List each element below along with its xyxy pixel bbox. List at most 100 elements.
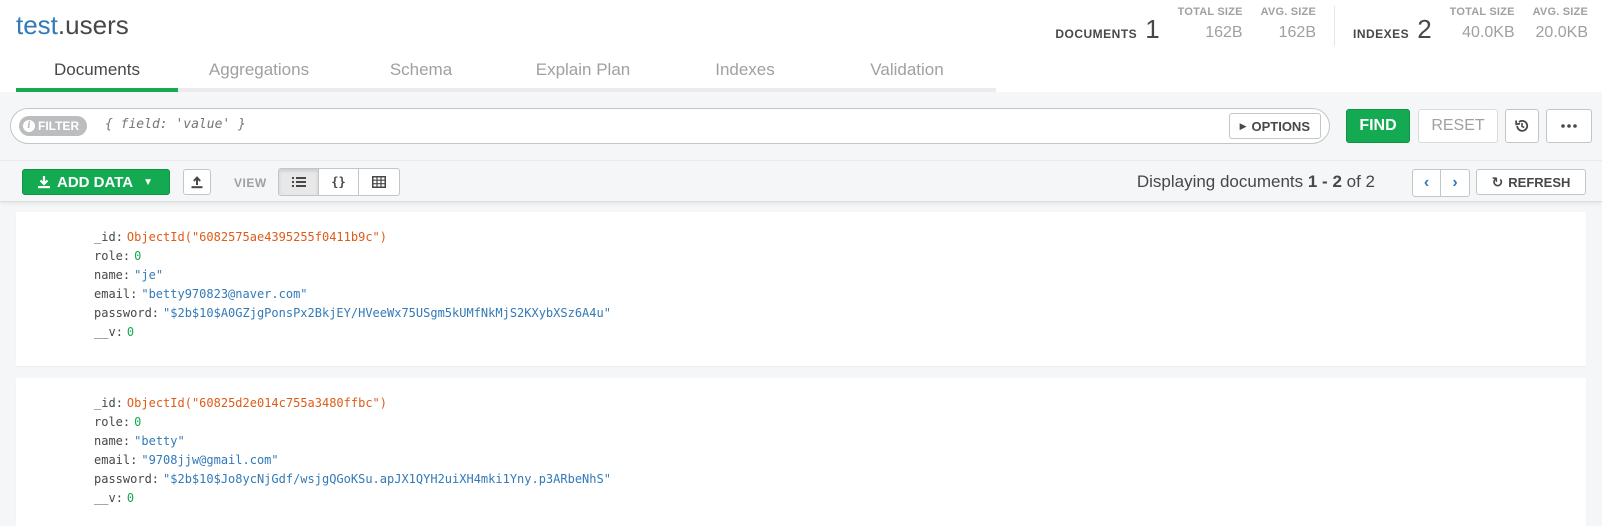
query-history-button[interactable]: [1505, 109, 1539, 143]
tab-explain-plan[interactable]: Explain Plan: [502, 56, 664, 88]
field-key[interactable]: name: [94, 434, 123, 448]
indexes-label: INDEXES: [1353, 27, 1410, 41]
tab-documents[interactable]: Documents: [16, 56, 178, 92]
collection-tabs: Documents Aggregations Schema Explain Pl…: [16, 56, 996, 92]
field-value[interactable]: 0: [134, 415, 141, 429]
range-separator: -: [1317, 172, 1333, 191]
field-key[interactable]: _id: [94, 230, 116, 244]
field-colon: :: [115, 325, 123, 339]
document-list: _id: ObjectId("6082575ae4395255f0411b9c")…: [16, 212, 1586, 526]
field-key[interactable]: email: [94, 287, 130, 301]
field-password: password: "$2b$10$Jo8ycNjGdf/wsjgQGoKSu.a…: [94, 470, 1586, 489]
field-colon: :: [115, 491, 123, 505]
field-value[interactable]: ObjectId("60825d2e014c755a3480ffbc"): [127, 396, 387, 410]
tab-schema[interactable]: Schema: [340, 56, 502, 88]
field-colon: :: [115, 230, 123, 244]
json-view-button[interactable]: {}: [319, 169, 359, 195]
field-value[interactable]: "betty970823@naver.com": [141, 287, 307, 301]
refresh-button[interactable]: ↻ REFRESH: [1476, 169, 1586, 195]
collection-name: .users: [57, 10, 129, 40]
field-value[interactable]: "$2b$10$A0GZjgPonsPx2BkjEY/HVeeWx75USgm5…: [163, 306, 611, 320]
document-card[interactable]: _id: ObjectId("60825d2e014c755a3480ffbc")…: [16, 378, 1586, 526]
filter-input[interactable]: [105, 117, 1105, 132]
info-icon[interactable]: i: [23, 120, 35, 132]
add-data-button[interactable]: ADD DATA ▼: [22, 169, 170, 195]
collection-header: test.users DOCUMENTS 1 TOTAL SIZE 162B A…: [0, 0, 1602, 92]
indexes-avg-size: 20.0KB: [1535, 24, 1588, 41]
field-key[interactable]: email: [94, 453, 130, 467]
documents-label: DOCUMENTS: [1055, 27, 1138, 41]
list-view-button[interactable]: [279, 169, 319, 195]
pagination-summary: Displaying documents 1 - 2 of 2: [1137, 172, 1375, 192]
field-key[interactable]: __v: [94, 325, 116, 339]
field-key[interactable]: password: [94, 306, 152, 320]
field-key[interactable]: _id: [94, 396, 116, 410]
view-label: VIEW: [234, 176, 267, 190]
tab-validation[interactable]: Validation: [826, 56, 988, 88]
tab-indexes[interactable]: Indexes: [664, 56, 826, 88]
collection-stats: DOCUMENTS 1 TOTAL SIZE 162B AVG. SIZE 16…: [1055, 6, 1588, 46]
field-name: name: "je": [94, 266, 1586, 285]
stats-divider: [1334, 6, 1335, 46]
field-key[interactable]: role: [94, 415, 123, 429]
next-page-button[interactable]: ›: [1441, 170, 1469, 196]
braces-icon: {}: [331, 175, 346, 189]
field-role: role: 0: [94, 247, 1586, 266]
field-key[interactable]: __v: [94, 491, 116, 505]
field-key[interactable]: name: [94, 268, 123, 282]
reset-button[interactable]: RESET: [1418, 109, 1498, 143]
field-colon: :: [130, 453, 138, 467]
indexes-stats: INDEXES 2 TOTAL SIZE 40.0KB AVG. SIZE 20…: [1353, 6, 1588, 42]
field-colon: :: [151, 472, 160, 486]
chevron-left-icon: ‹: [1423, 174, 1430, 191]
list-icon: [291, 177, 306, 187]
field-key[interactable]: role: [94, 249, 123, 263]
field-value[interactable]: "9708jjw@gmail.com": [141, 453, 278, 467]
range-start: 1: [1307, 172, 1318, 191]
documents-total-size: 162B: [1205, 24, 1243, 41]
field-colon: :: [130, 287, 138, 301]
table-view-button[interactable]: [359, 169, 399, 195]
indexes-total-size: 40.0KB: [1462, 24, 1515, 41]
range-end: 2: [1332, 172, 1342, 191]
field-value[interactable]: "$2b$10$Jo8ycNjGdf/wsjgQGoKSu.apJX1QYH2u…: [163, 472, 611, 486]
options-label: OPTIONS: [1251, 118, 1310, 134]
caret-down-icon: ▼: [143, 176, 154, 188]
field-id: _id: ObjectId("6082575ae4395255f0411b9c"): [94, 228, 1586, 247]
export-collection-button[interactable]: [183, 169, 211, 195]
history-icon: [1515, 119, 1529, 132]
indexes-count: 2: [1417, 14, 1432, 44]
documents-total-size-label: TOTAL SIZE: [1177, 6, 1243, 18]
field-value[interactable]: 0: [134, 249, 141, 263]
namespace-title: test.users: [16, 10, 129, 41]
field-v: __v: 0: [94, 323, 1586, 342]
find-button[interactable]: FIND: [1346, 109, 1410, 143]
download-icon: [38, 176, 50, 189]
refresh-icon: ↻: [1491, 173, 1504, 190]
field-id: _id: ObjectId("60825d2e014c755a3480ffbc"): [94, 394, 1586, 413]
options-button[interactable]: ▶ OPTIONS: [1228, 113, 1321, 139]
more-options-button[interactable]: [1546, 109, 1592, 143]
field-colon: :: [122, 415, 131, 429]
filter-label-pill: i FILTER: [19, 116, 88, 136]
field-value[interactable]: ObjectId("6082575ae4395255f0411b9c"): [127, 230, 387, 244]
tab-aggregations[interactable]: Aggregations: [178, 56, 340, 88]
previous-page-button[interactable]: ‹: [1413, 170, 1441, 196]
filter-box: i FILTER ▶ OPTIONS: [10, 108, 1330, 144]
field-value[interactable]: 0: [127, 325, 134, 339]
field-colon: :: [122, 434, 131, 448]
field-colon: :: [151, 306, 160, 320]
field-value[interactable]: 0: [127, 491, 134, 505]
caret-right-icon: ▶: [1239, 120, 1247, 131]
page-navigation: ‹ ›: [1412, 169, 1470, 197]
field-value[interactable]: "je": [134, 268, 163, 282]
filter-label: FILTER: [38, 119, 80, 133]
field-email: email: "betty970823@naver.com": [94, 285, 1586, 304]
document-card[interactable]: _id: ObjectId("6082575ae4395255f0411b9c")…: [16, 212, 1586, 366]
view-toggle: {}: [278, 168, 400, 196]
add-data-label: ADD DATA: [57, 173, 134, 191]
table-icon: [372, 176, 386, 188]
field-value[interactable]: "betty": [134, 434, 185, 448]
field-key[interactable]: password: [94, 472, 152, 486]
database-name[interactable]: test: [16, 10, 58, 40]
